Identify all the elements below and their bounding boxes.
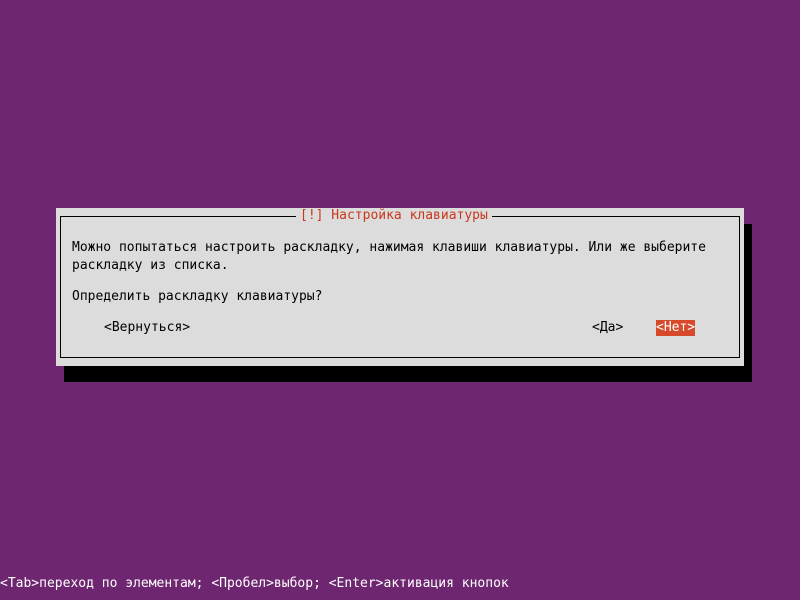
no-button[interactable]: <Нет> [656, 320, 696, 336]
installer-screen: { "dialog": { "title": "[!] Настройка кл… [0, 0, 800, 600]
dialog-title: [!] Настройка клавиатуры [296, 208, 492, 224]
back-button[interactable]: <Вернуться> [104, 320, 190, 336]
dialog-question: Определить раскладку клавиатуры? [72, 289, 323, 304]
dialog-message-line-2: раскладку из списка. [72, 258, 229, 273]
dialog-frame [60, 216, 740, 358]
keyboard-config-dialog: [!] Настройка клавиатуры Можно попытатьс… [56, 208, 744, 366]
keyboard-help-bar: <Tab>переход по элементам; <Пробел>выбор… [0, 576, 509, 591]
yes-button[interactable]: <Да> [592, 320, 623, 336]
dialog-message-line-1: Можно попытаться настроить раскладку, на… [72, 240, 706, 255]
